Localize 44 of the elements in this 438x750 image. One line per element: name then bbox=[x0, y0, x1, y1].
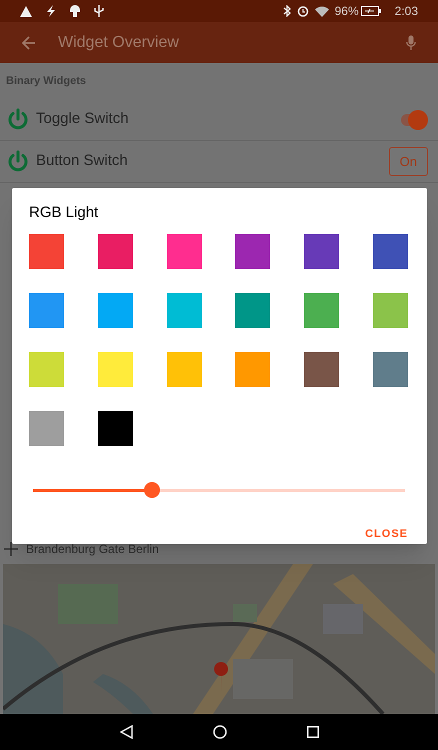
crosshair-icon bbox=[4, 542, 18, 556]
color-swatch[interactable] bbox=[166, 352, 202, 387]
color-swatch[interactable] bbox=[373, 352, 408, 387]
brightness-slider[interactable] bbox=[33, 482, 405, 498]
flash-icon bbox=[46, 5, 56, 17]
color-swatch[interactable] bbox=[29, 352, 64, 387]
color-swatch[interactable] bbox=[166, 293, 202, 328]
usb-icon bbox=[94, 5, 104, 17]
color-swatch[interactable] bbox=[373, 234, 408, 269]
bluetooth-icon bbox=[282, 5, 291, 17]
location-label: Brandenburg Gate Berlin bbox=[26, 541, 159, 558]
color-swatch[interactable] bbox=[304, 234, 340, 269]
color-swatch[interactable] bbox=[98, 352, 133, 387]
color-swatch[interactable] bbox=[98, 411, 133, 446]
power-icon bbox=[6, 108, 30, 132]
color-swatch[interactable] bbox=[98, 234, 133, 269]
dialog-title: RGB Light bbox=[29, 204, 100, 222]
color-swatch[interactable] bbox=[29, 293, 64, 328]
color-swatch[interactable] bbox=[29, 411, 64, 446]
warning-icon bbox=[20, 6, 32, 16]
color-swatch[interactable] bbox=[235, 293, 270, 328]
color-swatch[interactable] bbox=[166, 234, 202, 269]
color-swatch[interactable] bbox=[29, 234, 64, 269]
power-icon bbox=[6, 150, 30, 174]
back-icon[interactable] bbox=[120, 725, 132, 739]
widget-label: Button Switch bbox=[36, 151, 129, 172]
alarm-icon bbox=[296, 5, 309, 17]
battery-percent: 96% bbox=[334, 3, 359, 20]
color-swatch[interactable] bbox=[373, 293, 408, 328]
color-swatch[interactable] bbox=[304, 352, 340, 387]
recents-icon[interactable] bbox=[306, 726, 318, 738]
home-icon[interactable] bbox=[212, 725, 226, 739]
widget-label: Toggle Switch bbox=[36, 109, 130, 130]
battery-icon bbox=[360, 6, 381, 16]
color-swatch[interactable] bbox=[98, 293, 133, 328]
color-swatch[interactable] bbox=[235, 234, 270, 269]
close-button[interactable]: CLOSE bbox=[363, 526, 410, 542]
microphone-icon[interactable] bbox=[406, 34, 416, 50]
back-arrow-icon[interactable] bbox=[22, 36, 36, 50]
wifi-icon bbox=[314, 6, 329, 16]
color-swatch[interactable] bbox=[304, 293, 340, 328]
clock-time: 2:03 bbox=[394, 3, 418, 20]
color-swatch[interactable] bbox=[235, 352, 270, 387]
app-bar-title: Widget Overview bbox=[58, 32, 179, 52]
